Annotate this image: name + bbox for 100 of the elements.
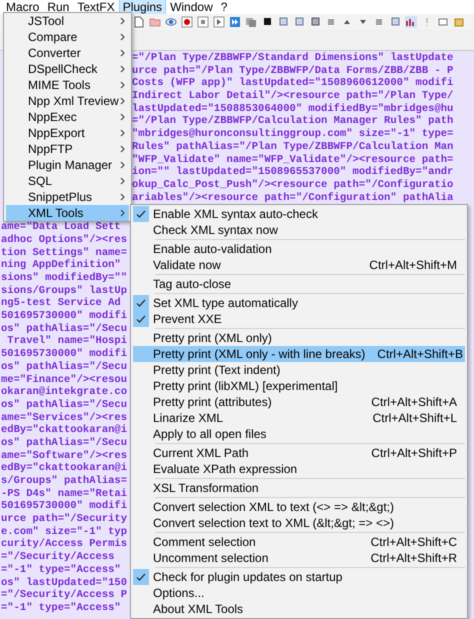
menu-bar-item[interactable]: ? — [216, 0, 232, 15]
menu-item[interactable]: Tag auto-close — [133, 276, 465, 292]
menu-item-label: XML Tools — [28, 206, 84, 220]
menu-item-label: Apply to all open files — [153, 427, 268, 441]
menu-item[interactable]: Comment selection Ctrl+Alt+Shift+C — [133, 534, 465, 550]
square-icon[interactable] — [309, 16, 321, 28]
code-line: 501695730000" modifi — [1, 310, 128, 323]
menu-item[interactable]: Pretty print (attributes) Ctrl+Alt+Shift+A — [133, 394, 465, 410]
menu-item-label: Enable auto-validation — [153, 242, 273, 256]
shortcut-text: Ctrl+Alt+Shift+M — [368, 258, 457, 272]
menu-item[interactable]: Npp Xml Treview — [6, 93, 129, 109]
menu-item[interactable]: About XML Tools — [133, 601, 465, 617]
menu-item-label: Converter — [28, 46, 82, 60]
menu-item-label: SnippetPlus — [28, 190, 94, 204]
menu-item[interactable]: XML Tools — [6, 205, 129, 221]
menu-item-label: JSTool — [28, 14, 66, 28]
shortcut-text: Ctrl+Alt+Shift+C — [370, 535, 457, 549]
menu-item-label: Set XML type automatically — [153, 296, 299, 310]
code-line: Indirect Labor Detail"/><resource path="/Plan Type/ — [132, 90, 454, 103]
menu-item-label: SQL — [28, 174, 54, 188]
code-line: ="-1" type="Access" — [1, 564, 121, 576]
code-line: lastUpdated="1508853064000" modifiedBy="mbridges@hu — [132, 102, 454, 115]
menu-bar-item[interactable]: Run — [43, 0, 74, 15]
check-icon — [133, 295, 149, 311]
fast-forward-icon[interactable] — [229, 16, 241, 28]
code-line: ariables"/><resource path="/Configuration" pathAlia — [132, 192, 454, 204]
code-line: ning AppDefinition" — [1, 259, 121, 272]
windows-icon[interactable] — [245, 16, 257, 28]
menu-item[interactable]: Pretty print (XML only - with line breaks) Ctrl+Alt+Shift+B — [133, 346, 465, 362]
menu-item[interactable]: JSTool — [6, 13, 129, 29]
code-line: os" lastUpdated="150 — [1, 576, 128, 589]
code-line: os" pathAlias="/Secu — [1, 398, 128, 412]
menu-item-label: Pretty print (libXML) [experimental] — [153, 379, 339, 393]
code-line: ="-1" type="Access" — [1, 602, 121, 615]
code-line: ame="Data Load Sett — [1, 221, 121, 234]
menu-item-label: Compare — [28, 30, 78, 44]
code-line: os" pathAlias="/Secu — [1, 360, 128, 374]
menu-item-label: NppExec — [28, 110, 78, 124]
square-icon[interactable] — [261, 16, 273, 28]
menu-item[interactable]: Options... — [133, 585, 465, 601]
menu-item-label: Pretty print (XML only) — [153, 331, 273, 345]
menu-bar-item[interactable]: Window — [166, 0, 217, 15]
menu-item-label: Prevent XXE — [153, 312, 223, 326]
menu-item[interactable]: DSpellCheck — [6, 61, 129, 77]
menu-item-label: About XML Tools — [153, 602, 244, 616]
menu-item-label: Convert selection text to XML (&lt;&gt; => <>) — [153, 516, 396, 530]
menu-item[interactable]: Enable auto-validation — [133, 241, 465, 257]
code-line: "mbridges@huronconsultinggroup.com" size="-1" type= — [132, 128, 454, 141]
menu-item-label: MIME Tools — [28, 78, 92, 92]
code-line: edBy="ckattookaran@i — [1, 424, 128, 437]
shortcut-text: Ctrl+Alt+Shift+B — [376, 347, 464, 361]
menu-item-label: NppExport — [28, 126, 86, 140]
menu-item[interactable]: Enable XML syntax auto-check — [133, 206, 465, 222]
eye-icon[interactable] — [165, 16, 177, 28]
menu-item[interactable]: Plugin Manager — [6, 157, 129, 173]
menu-item[interactable]: Pretty print (Text indent) — [133, 362, 465, 378]
menu-item-label: Linarize XML — [153, 411, 224, 425]
menu-item[interactable]: Current XML Path Ctrl+Alt+Shift+P — [133, 445, 465, 461]
menu-bar-item[interactable]: Macro — [2, 0, 44, 15]
code-line: Travel" name="Hospi — [6, 335, 128, 348]
shortcut-text: Ctrl+Alt+Shift+P — [370, 446, 457, 460]
menu-item[interactable]: Compare — [6, 29, 129, 45]
code-line: ="/Security/Access — [1, 551, 114, 564]
menu-item[interactable]: Evaluate XPath expression — [133, 461, 465, 477]
menu-item[interactable]: NppExec — [6, 109, 129, 125]
menu-item[interactable]: Check XML syntax now — [133, 222, 465, 238]
package-icon[interactable] — [453, 16, 465, 28]
menu-bar-item[interactable]: TextFX — [73, 0, 119, 15]
menu-item[interactable]: Convert selection text to XML (&lt;&gt; => <>) — [133, 515, 465, 531]
menu-item[interactable]: MIME Tools — [6, 77, 129, 93]
menu-item[interactable]: SQL — [6, 173, 129, 189]
menu-item[interactable]: Pretty print (XML only) — [133, 330, 465, 346]
code-line: os" pathAlias="/Secu — [1, 436, 128, 450]
menu-item[interactable]: Uncomment selection Ctrl+Alt+Shift+R — [133, 550, 465, 566]
menu-item[interactable]: Linarize XML Ctrl+Alt+Shift+L — [133, 410, 465, 426]
play-icon[interactable] — [213, 16, 225, 28]
code-line: ="/Plan Type/ZBBWFP/Calculation Manager Rules" path — [132, 115, 454, 128]
menu-item[interactable]: Pretty print (libXML) [experimental] — [133, 378, 465, 394]
menu-item[interactable]: SnippetPlus — [6, 189, 129, 205]
menu-item[interactable]: Validate now Ctrl+Alt+Shift+M — [133, 257, 465, 273]
record-icon[interactable] — [181, 16, 193, 28]
menu-item[interactable]: Prevent XXE — [133, 311, 465, 327]
menu-item[interactable]: Set XML type automatically — [133, 295, 465, 311]
window-icon[interactable] — [437, 16, 449, 28]
menu-item[interactable]: Check for plugin updates on startup — [133, 569, 465, 585]
menu-item[interactable]: Converter — [6, 45, 129, 61]
code-line: ="/Security/Access P — [1, 589, 128, 602]
menu-item[interactable]: XSL Transformation — [133, 480, 465, 496]
menu-item[interactable]: Apply to all open files — [133, 426, 465, 442]
menu-item[interactable]: Convert selection XML to text (<> => &lt;&gt;) — [133, 499, 465, 515]
code-line: Rules" pathAlias="/Plan Type/ZBBWFP/Calculation Man — [132, 140, 454, 154]
menu-item-label: Options... — [153, 586, 206, 600]
code-line: Costs (WFP app)" lastUpdated="1508960612000" modifi — [132, 77, 454, 90]
menu-item[interactable]: NppFTP — [6, 141, 129, 157]
code-line: curity/Access Permis — [1, 538, 128, 551]
menu-item-label: Current XML Path — [153, 446, 250, 460]
menu-item[interactable]: NppExport — [6, 125, 129, 141]
stop-icon[interactable] — [197, 16, 209, 28]
menu-item-label: Convert selection XML to text (<> => &lt;&gt;) — [153, 500, 396, 514]
chart-icon[interactable] — [405, 16, 417, 28]
